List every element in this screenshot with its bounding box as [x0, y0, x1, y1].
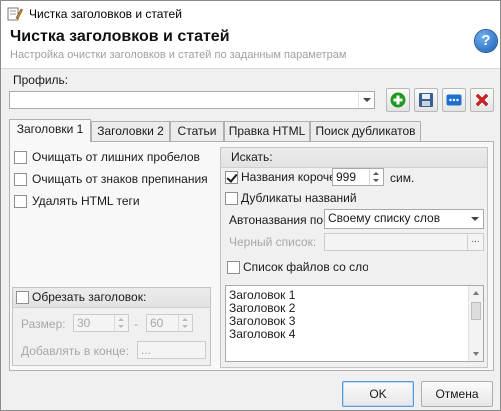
dialog-title: Чистка заголовков и статей: [10, 28, 230, 45]
dialog-window: Чистка заголовков и статей Чистка заголо…: [0, 0, 501, 411]
trim-heading-label: Обрезать заголовок:: [32, 290, 147, 304]
blacklist-input[interactable]: ...: [324, 233, 484, 251]
duplicates-label: Дубликаты названий: [241, 191, 357, 205]
short-names-unit: сим.: [390, 171, 415, 185]
filelist-label: Список файлов со слова: [243, 260, 368, 274]
size-dash: -: [134, 317, 138, 331]
profile-combobox[interactable]: [9, 91, 375, 109]
list-item[interactable]: Заголовок 4: [229, 327, 295, 341]
file-listbox[interactable]: Заголовок 1 Заголовок 2 Заголовок 3 Заго…: [225, 285, 484, 362]
list-item[interactable]: Заголовок 3: [229, 314, 295, 328]
chevron-down-icon[interactable]: [358, 92, 374, 108]
browse-ellipsis-icon[interactable]: ...: [467, 234, 483, 250]
tab-headings-2[interactable]: Заголовки 2: [91, 121, 170, 141]
tab-duplicates[interactable]: Поиск дубликатов: [310, 121, 421, 141]
append-value: ...: [141, 343, 152, 357]
save-profile-button[interactable]: [414, 88, 438, 112]
duplicates-checkbox[interactable]: [225, 192, 238, 205]
tab-headings-1[interactable]: Заголовки 1: [9, 119, 91, 142]
more-button[interactable]: [442, 88, 466, 112]
add-profile-button[interactable]: [386, 88, 410, 112]
short-names-checkbox[interactable]: [225, 171, 238, 184]
trim-heading-checkbox[interactable]: [16, 291, 29, 304]
help-icon[interactable]: ?: [475, 30, 497, 52]
short-names-spinner[interactable]: [369, 169, 383, 185]
size-from-spinner[interactable]: [114, 315, 128, 331]
size-to-value: 60: [150, 316, 164, 330]
list-item[interactable]: Заголовок 2: [229, 301, 295, 315]
trim-spaces-checkbox[interactable]: [14, 151, 27, 164]
add-icon: [390, 92, 406, 108]
dialog-header: Чистка заголовков и статей Настройка очи…: [1, 27, 500, 69]
scroll-thumb[interactable]: [471, 302, 481, 320]
window-title: Чистка заголовков и статей: [29, 7, 182, 21]
auto-names-value: Своему списку слов: [328, 211, 441, 225]
brush-app-icon: [7, 7, 23, 21]
short-names-label: Названия короче: [241, 170, 336, 184]
append-input[interactable]: ...: [137, 341, 206, 359]
size-from-input[interactable]: 30: [73, 314, 129, 332]
delete-icon: [475, 93, 489, 107]
list-item[interactable]: Заголовок 1: [229, 288, 295, 302]
size-label: Размер:: [21, 317, 66, 331]
title-bar: Чистка заголовков и статей: [1, 1, 500, 27]
chevron-down-icon[interactable]: [467, 210, 483, 228]
remove-html-label: Удалять HTML теги: [32, 194, 140, 208]
search-group-title: Искать:: [231, 150, 273, 164]
size-to-spinner[interactable]: [178, 315, 192, 331]
short-names-value: 999: [336, 170, 357, 184]
ok-button[interactable]: OK: [342, 381, 414, 407]
tab-articles[interactable]: Статьи: [170, 121, 224, 141]
size-from-value: 30: [77, 316, 91, 330]
auto-names-combobox[interactable]: Своему списку слов: [324, 209, 484, 229]
size-to-input[interactable]: 60: [146, 314, 193, 332]
short-names-input[interactable]: 999: [332, 168, 384, 186]
listbox-scrollbar[interactable]: [468, 286, 483, 361]
remove-html-checkbox[interactable]: [14, 195, 27, 208]
auto-names-label: Автоназвания по:: [229, 213, 327, 227]
tab-html-edit[interactable]: Правка HTML: [224, 121, 310, 141]
remove-punct-label: Очищать от знаков препинания: [32, 172, 208, 186]
scroll-down-icon[interactable]: [473, 352, 479, 356]
blacklist-label: Черный список:: [229, 235, 317, 249]
delete-profile-button[interactable]: [470, 88, 494, 112]
profile-label: Профиль:: [13, 73, 69, 87]
dialog-subtitle: Настройка очистки заголовков и статей по…: [10, 49, 347, 61]
filelist-checkbox[interactable]: [227, 261, 240, 274]
trim-spaces-label: Очищать от лишних пробелов: [32, 150, 200, 164]
ellipsis-icon: [446, 94, 462, 106]
append-label: Добавлять в конце:: [21, 344, 130, 358]
save-icon: [419, 93, 433, 107]
scroll-up-icon[interactable]: [473, 291, 479, 295]
remove-punct-checkbox[interactable]: [14, 173, 27, 186]
cancel-button[interactable]: Отмена: [421, 381, 493, 407]
